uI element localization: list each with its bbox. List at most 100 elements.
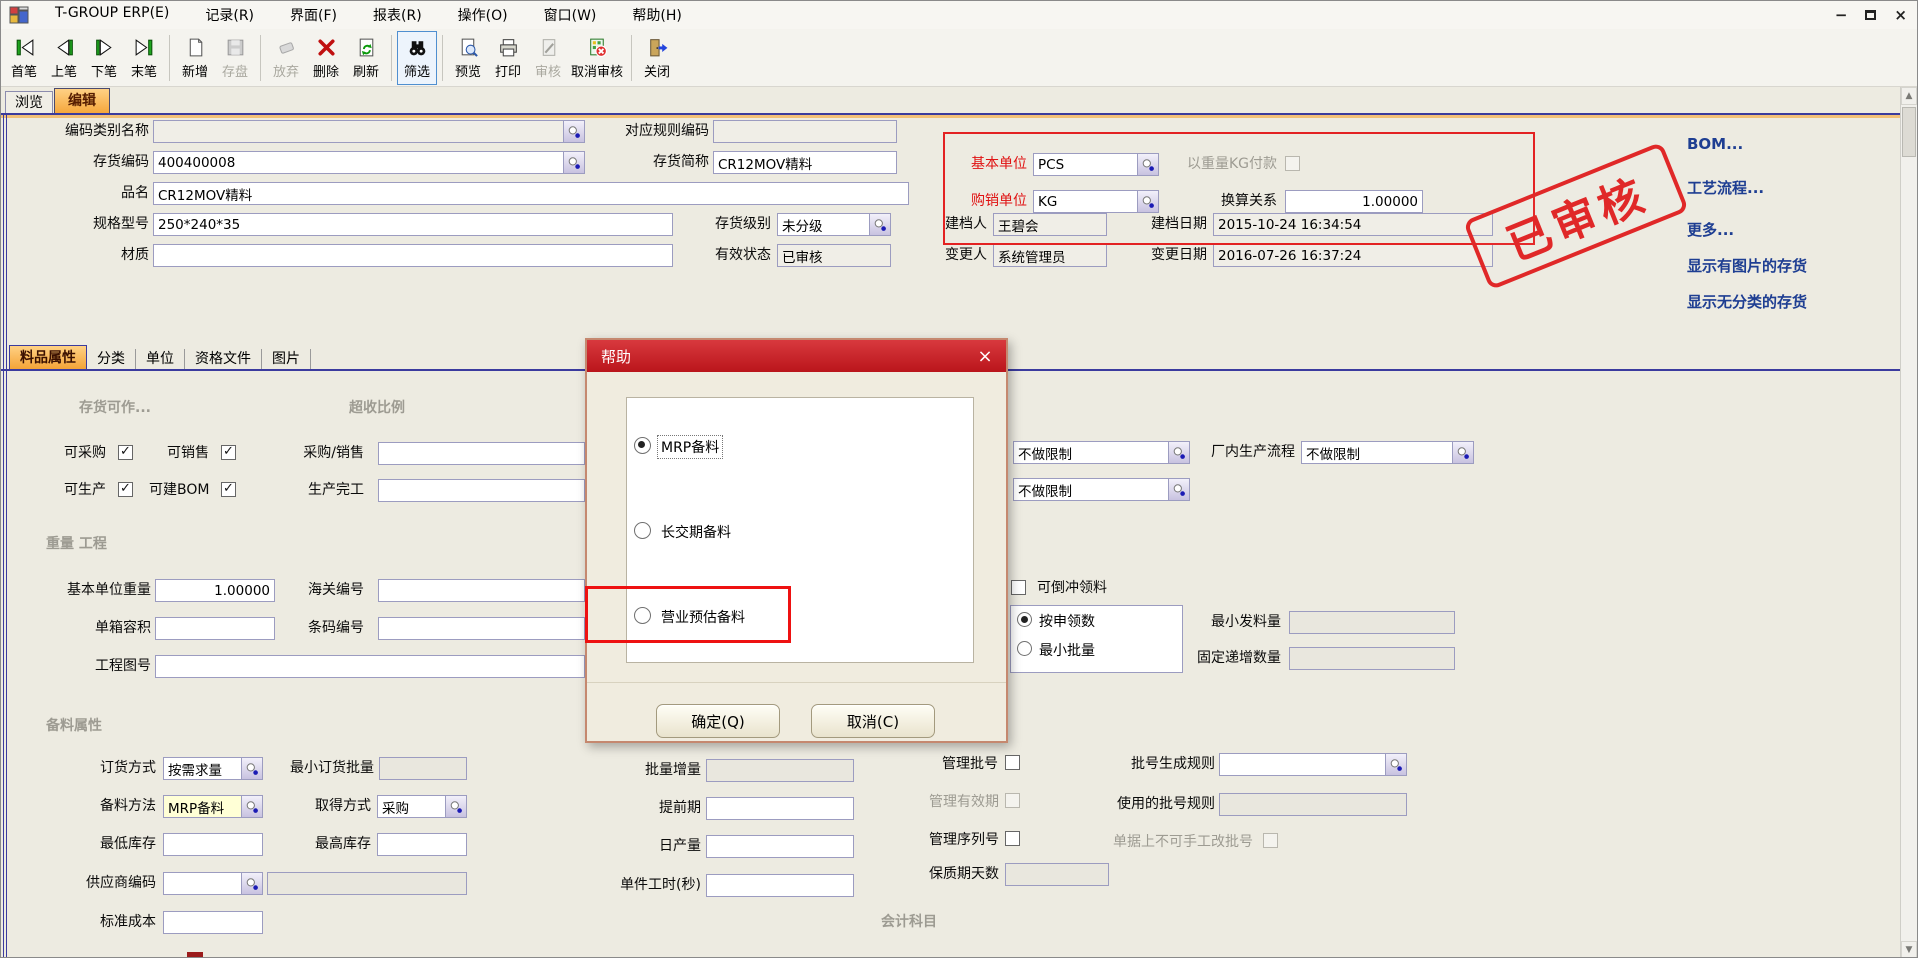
toolbar-next-button[interactable]: 下笔: [84, 31, 124, 85]
menu-interface[interactable]: 界面(F): [290, 5, 337, 25]
link-show-with-picture[interactable]: 显示有图片的存货: [1687, 255, 1807, 276]
menu-report[interactable]: 报表(R): [373, 5, 422, 25]
lookup-icon[interactable]: [241, 758, 262, 779]
supplier-code-field[interactable]: [163, 872, 263, 895]
toolbar-new-button[interactable]: 新增: [175, 31, 215, 85]
acquire-mode-field[interactable]: 采购: [377, 795, 467, 818]
daily-output-field[interactable]: [706, 835, 854, 858]
lookup-icon[interactable]: [1452, 442, 1473, 463]
toolbar-refresh-button[interactable]: 刷新: [346, 31, 386, 85]
backflush-checkbox[interactable]: [1011, 580, 1026, 595]
min-batch-radio[interactable]: [1017, 641, 1032, 656]
lookup-icon[interactable]: [563, 121, 584, 142]
purchase-sale-field[interactable]: [378, 442, 585, 465]
bom-allowed-checkbox[interactable]: ✓: [221, 482, 236, 497]
min-stock-field[interactable]: [163, 833, 263, 856]
box-volume-field[interactable]: [155, 617, 275, 640]
order-mode-field[interactable]: 按需求量: [163, 757, 263, 780]
lookup-icon[interactable]: [241, 796, 262, 817]
manage-serial-checkbox[interactable]: [1005, 831, 1020, 846]
menu-help[interactable]: 帮助(H): [632, 5, 681, 25]
lookup-icon[interactable]: [563, 152, 584, 173]
menu-window[interactable]: 窗口(W): [544, 5, 597, 25]
tab-picture[interactable]: 图片: [262, 349, 311, 369]
lookup-icon[interactable]: [1137, 154, 1158, 175]
link-more[interactable]: 更多...: [1687, 219, 1734, 240]
dialog-close-icon[interactable]: ×: [970, 340, 1000, 372]
base-unit-weight-field[interactable]: 1.00000: [155, 579, 275, 602]
toolbar-first-button[interactable]: 首笔: [4, 31, 44, 85]
std-cost-field[interactable]: [163, 911, 263, 934]
minimize-icon[interactable]: −: [1835, 1, 1848, 29]
item-code-field[interactable]: 400400008: [153, 151, 585, 174]
sellable-checkbox[interactable]: ✓: [221, 445, 236, 460]
toolbar-print-button[interactable]: 打印: [488, 31, 528, 85]
lead-time-field[interactable]: [706, 797, 854, 820]
link-process-flow[interactable]: 工艺流程...: [1687, 177, 1764, 198]
factory-flow-field[interactable]: 不做限制: [1301, 441, 1474, 464]
link-bom[interactable]: BOM...: [1687, 135, 1743, 153]
spec-field[interactable]: 250*240*35: [153, 213, 673, 236]
toolbar-preview-button[interactable]: 预览: [448, 31, 488, 85]
conversion-field[interactable]: 1.00000: [1285, 190, 1423, 213]
dialog-option-mrp[interactable]: MRP备料: [658, 436, 722, 458]
item-name-field[interactable]: CR12MOV精料: [153, 182, 909, 205]
scrollbar-thumb[interactable]: [1902, 107, 1916, 157]
barcode-field[interactable]: [378, 617, 585, 640]
tab-edit[interactable]: 编辑: [54, 88, 110, 113]
tab-item-attributes[interactable]: 料品属性: [9, 345, 87, 369]
manage-batch-checkbox[interactable]: [1005, 755, 1020, 770]
lookup-icon[interactable]: [1137, 191, 1158, 212]
menu-tgroup-erp[interactable]: T-GROUP ERP(E): [55, 5, 169, 25]
lookup-icon[interactable]: [869, 214, 890, 235]
lookup-icon[interactable]: [1168, 479, 1189, 500]
lookup-icon[interactable]: [1385, 754, 1406, 775]
customs-code-field[interactable]: [378, 579, 585, 602]
item-level-field[interactable]: 未分级: [777, 213, 891, 236]
vertical-scrollbar[interactable]: ▲ ▼: [1900, 87, 1917, 958]
toolbar-close-button[interactable]: 关闭: [637, 31, 677, 85]
lookup-icon[interactable]: [1168, 442, 1189, 463]
toolbar-last-button[interactable]: 末笔: [124, 31, 164, 85]
lookup-icon[interactable]: [445, 796, 466, 817]
producible-checkbox[interactable]: ✓: [118, 482, 133, 497]
tab-unit[interactable]: 单位: [136, 349, 185, 369]
dialog-cancel-button[interactable]: 取消(C): [811, 704, 935, 738]
trade-unit-field[interactable]: KG: [1033, 190, 1159, 213]
close-window-icon[interactable]: ×: [1894, 1, 1907, 29]
max-stock-field[interactable]: [377, 833, 467, 856]
batch-rule-field[interactable]: [1219, 753, 1407, 776]
by-request-radio[interactable]: [1017, 612, 1032, 627]
toolbar-filter-button[interactable]: 筛选: [397, 31, 437, 85]
base-unit-field[interactable]: PCS: [1033, 153, 1159, 176]
code-category-field[interactable]: [153, 120, 585, 143]
dialog-radio-long-leadtime[interactable]: [634, 522, 651, 539]
tab-category[interactable]: 分类: [87, 349, 136, 369]
production-finish-field[interactable]: [378, 479, 585, 502]
prep-method-field[interactable]: MRP备料: [163, 795, 263, 818]
purchasable-checkbox[interactable]: ✓: [118, 445, 133, 460]
limit-field-b[interactable]: 不做限制: [1013, 478, 1190, 501]
dialog-option-long-leadtime[interactable]: 长交期备料: [661, 522, 731, 542]
link-show-unclassified[interactable]: 显示无分类的存货: [1687, 291, 1807, 312]
dialog-ok-button[interactable]: 确定(Q): [656, 704, 780, 738]
tab-qualification[interactable]: 资格文件: [185, 349, 262, 369]
limit-field-a[interactable]: 不做限制: [1013, 441, 1190, 464]
item-abbr-field[interactable]: CR12MOV精料: [713, 151, 897, 174]
material-field[interactable]: [153, 244, 673, 267]
drawing-no-field[interactable]: [155, 655, 585, 678]
lookup-icon[interactable]: [241, 873, 262, 894]
toolbar-prev-button[interactable]: 上笔: [44, 31, 84, 85]
restore-icon[interactable]: [1865, 10, 1876, 20]
unit-hours-field[interactable]: [706, 874, 854, 897]
dialog-radio-mrp[interactable]: [634, 437, 651, 454]
toolbar-delete-button[interactable]: 删除: [306, 31, 346, 85]
toolbar-cancel-audit-button[interactable]: 取消审核: [568, 31, 626, 85]
rule-code-field[interactable]: [713, 120, 897, 143]
scroll-up-icon[interactable]: ▲: [1901, 87, 1917, 105]
tab-browse[interactable]: 浏览: [5, 91, 53, 113]
dialog-title-bar[interactable]: 帮助: [587, 340, 1006, 372]
scroll-down-icon[interactable]: ▼: [1901, 941, 1917, 958]
menu-record[interactable]: 记录(R): [205, 5, 254, 25]
menu-operation[interactable]: 操作(O): [458, 5, 508, 25]
